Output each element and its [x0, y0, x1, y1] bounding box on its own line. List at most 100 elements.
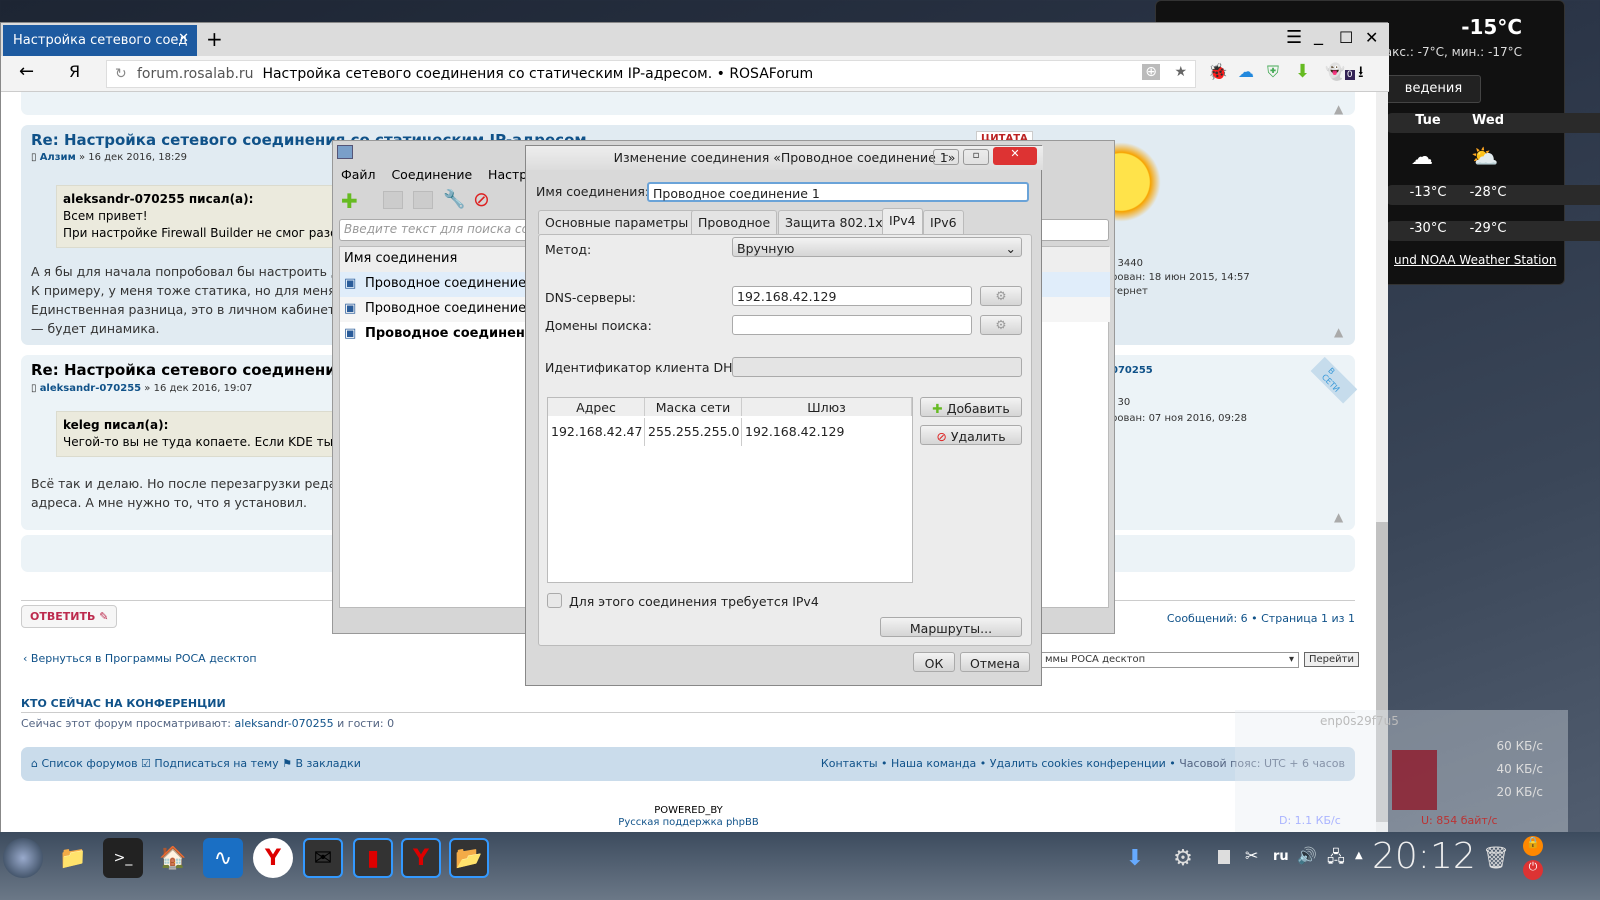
routes-button[interactable]: Маршруты...: [880, 617, 1022, 637]
connection-name-input[interactable]: Проводное соединение 1: [647, 182, 1029, 202]
lock-icon[interactable]: 🔒: [1523, 836, 1543, 856]
post-line: А я бы для начала попробовал бы настроит…: [31, 264, 364, 279]
cell-netmask[interactable]: 255.255.255.0: [645, 418, 742, 446]
tray-expand-icon[interactable]: ▲: [1355, 850, 1363, 861]
wrench-icon[interactable]: 🔧: [443, 189, 465, 210]
col-gateway[interactable]: Шлюз: [742, 398, 912, 416]
close-tab-icon[interactable]: ✕: [178, 31, 189, 46]
forum-index-link[interactable]: Список форумов: [41, 757, 137, 770]
quote-line: Чегой-то вы не туда копаете. Если KDE ты…: [63, 435, 356, 449]
domains-settings-gear-icon[interactable]: ⚙: [980, 315, 1022, 335]
minimize-icon[interactable]: _: [1314, 25, 1323, 46]
jump-select[interactable]: ммы РОСА десктоп ▾: [1041, 652, 1299, 668]
maximize-icon[interactable]: ☐: [1339, 28, 1353, 47]
maximize-icon[interactable]: ▫: [963, 149, 989, 165]
dhcp-client-id-input[interactable]: [732, 357, 1022, 377]
tab-ipv6[interactable]: IPv6: [923, 210, 964, 234]
menu-connection[interactable]: Соединение: [391, 167, 472, 182]
connect-icon[interactable]: [383, 191, 403, 209]
subscribe-link[interactable]: Подписаться на тему: [154, 757, 278, 770]
translate-icon[interactable]: ⊕: [1142, 64, 1160, 80]
file-manager-icon[interactable]: 📁: [53, 838, 93, 878]
download-arrow-extension-icon[interactable]: ⬇: [1295, 61, 1310, 82]
ok-button[interactable]: ОК: [913, 652, 955, 672]
settings-icon[interactable]: ⚙: [1163, 838, 1203, 878]
yandex-browser-icon[interactable]: Y: [253, 838, 293, 878]
tab-ipv4[interactable]: IPv4: [882, 208, 923, 235]
search-domains-input[interactable]: [732, 315, 972, 335]
ghostery-icon[interactable]: 👻 0: [1325, 62, 1355, 81]
delete-icon[interactable]: ⊘: [473, 187, 490, 211]
menu-file[interactable]: Файл: [341, 167, 376, 182]
yandex-browser-active-icon[interactable]: Y: [401, 838, 441, 878]
ladybug-extension-icon[interactable]: 🐞: [1208, 62, 1228, 81]
clock[interactable]: 20:12: [1372, 836, 1476, 877]
clipboard-flag-icon[interactable]: [1218, 850, 1230, 864]
forum-footer-bar: ⌂ Список форумов ☑ Подписаться на тему ⚑…: [21, 747, 1355, 781]
day-tue: Tue: [1415, 113, 1441, 128]
downloads-icon[interactable]: ⭳: [1358, 61, 1364, 88]
disconnect-icon[interactable]: [413, 191, 433, 209]
weather-details-button[interactable]: ведения: [1386, 75, 1481, 103]
yandex-icon[interactable]: Я: [69, 62, 80, 81]
tab-general[interactable]: Основные параметры: [538, 210, 696, 234]
tab-8021x[interactable]: Защита 802.1x: [778, 210, 890, 234]
remove-address-button[interactable]: ⊘ Удалить: [920, 425, 1022, 445]
app-menu-icon[interactable]: [3, 838, 43, 878]
close-window-icon[interactable]: ✕: [1365, 28, 1378, 47]
mail-icon[interactable]: ✉: [303, 838, 343, 878]
back-to-top-icon[interactable]: ▲: [1334, 510, 1343, 524]
method-select[interactable]: Вручную ⌄: [732, 237, 1022, 257]
network-monitor-icon[interactable]: ▮: [353, 838, 393, 878]
col-netmask[interactable]: Маска сети: [645, 398, 742, 416]
cloud-extension-icon[interactable]: ☁: [1238, 62, 1254, 81]
post-author[interactable]: aleksandr-070255: [40, 383, 141, 394]
cancel-button[interactable]: Отмена: [960, 652, 1030, 672]
back-to-forum-link[interactable]: ‹ Вернуться в Программы РОСА десктоп: [23, 652, 257, 665]
reload-icon[interactable]: ↻: [115, 66, 127, 82]
browser-tab[interactable]: Настройка сетевого соед ✕: [3, 25, 197, 56]
power-icon[interactable]: ⏻: [1523, 860, 1543, 880]
new-tab-icon[interactable]: +: [206, 27, 223, 51]
cell-gateway[interactable]: 192.168.42.129: [742, 418, 912, 446]
terminal-icon[interactable]: >_: [103, 838, 143, 878]
home-icon[interactable]: 🏠: [153, 838, 193, 878]
shield-extension-icon[interactable]: ⛨: [1267, 62, 1279, 82]
col-address[interactable]: Адрес: [548, 398, 645, 416]
volume-icon[interactable]: 🔊: [1297, 846, 1317, 865]
scissors-icon[interactable]: ✂: [1245, 846, 1258, 865]
who-suffix: и гости: 0: [337, 717, 395, 730]
downloads-folder-icon[interactable]: ⬇: [1115, 838, 1155, 878]
dns-input[interactable]: 192.168.42.129: [732, 286, 972, 306]
reply-button[interactable]: ОТВЕТИТЬ ✎: [21, 605, 118, 628]
back-to-top-icon[interactable]: ▲: [1334, 325, 1343, 339]
cell-address[interactable]: 192.168.42.47: [548, 418, 645, 446]
bookmark-link[interactable]: В закладки: [295, 757, 360, 770]
who-prefix: Сейчас этот форум просматривают:: [21, 717, 232, 730]
menu-icon[interactable]: ☰: [1286, 27, 1302, 48]
add-connection-icon[interactable]: ✚: [341, 189, 358, 213]
tab-wired[interactable]: Проводное: [691, 210, 778, 234]
jump-button[interactable]: Перейти: [1304, 652, 1359, 667]
url-field[interactable]: ↻ forum.rosalab.ru Настройка сетевого сое…: [106, 60, 1196, 88]
back-to-top-icon[interactable]: ▲: [1334, 102, 1343, 116]
network-folder-icon[interactable]: 📂: [449, 838, 489, 878]
require-ipv4-checkbox[interactable]: [547, 593, 562, 608]
keyboard-layout[interactable]: ru: [1273, 849, 1289, 864]
bookmark-star-icon[interactable]: ★: [1174, 64, 1187, 80]
post-author[interactable]: Алзим: [40, 152, 76, 163]
weather-station-link[interactable]: und NOAA Weather Station: [1394, 253, 1556, 267]
back-icon[interactable]: ←: [19, 61, 34, 82]
minimize-icon[interactable]: –: [933, 149, 959, 165]
footer-right-links[interactable]: Контакты • Наша команда • Удалить cookie…: [821, 757, 1176, 770]
who-user[interactable]: aleksandr-070255: [235, 717, 334, 730]
phpbb-support-link[interactable]: Русская поддержка phpBB: [618, 817, 758, 828]
add-address-button[interactable]: ✚ Добавить: [920, 397, 1022, 417]
network-tray-icon[interactable]: 🖧: [1327, 846, 1345, 873]
profile-name[interactable]: 070255: [1111, 365, 1153, 376]
dns-settings-gear-icon[interactable]: ⚙: [980, 286, 1022, 306]
close-icon[interactable]: ✕: [993, 147, 1037, 165]
system-monitor-icon[interactable]: ∿: [203, 838, 243, 878]
snow-cloud-icon: ☁: [1411, 145, 1433, 170]
trash-icon[interactable]: 🗑: [1476, 838, 1516, 878]
